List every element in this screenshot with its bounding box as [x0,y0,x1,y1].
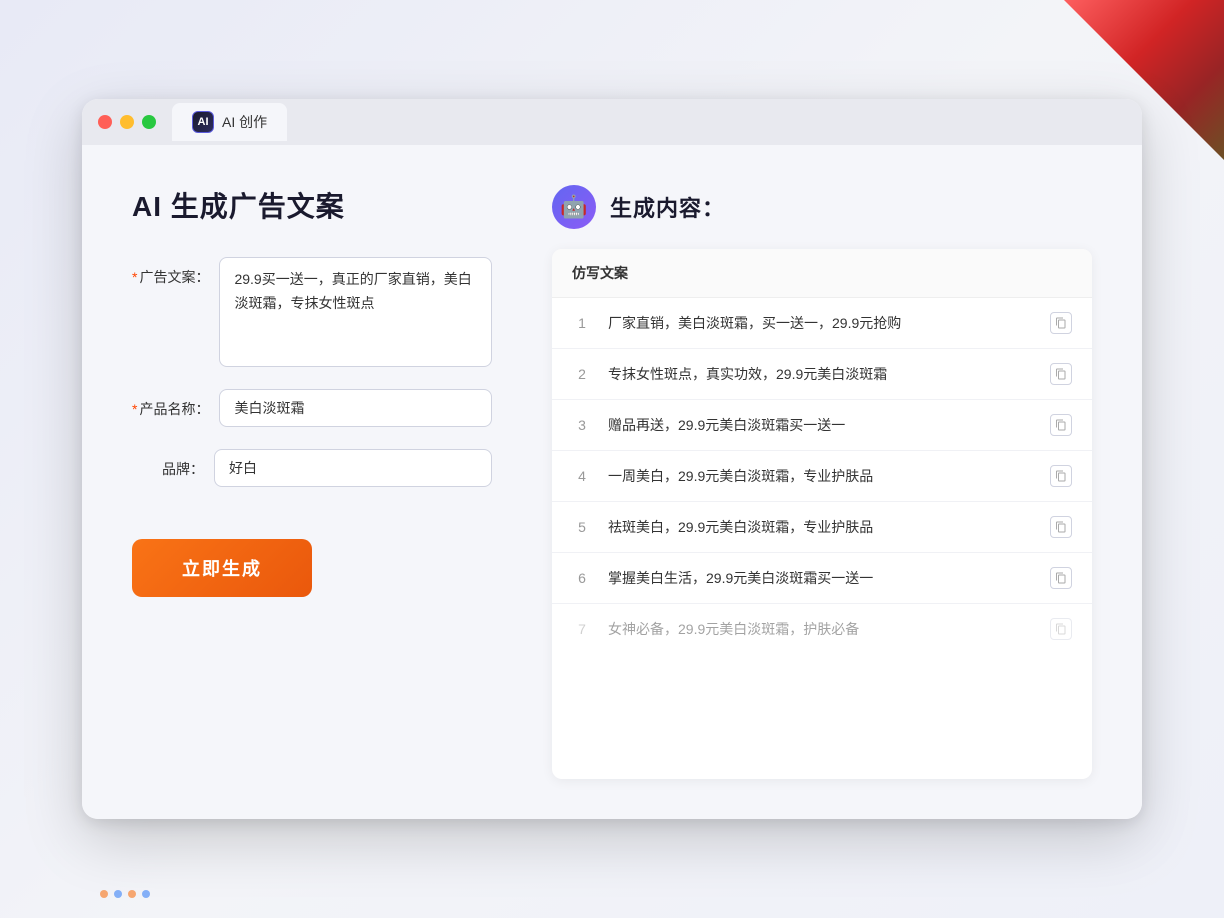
copy-icon[interactable] [1050,414,1072,436]
results-container: 1 厂家直销，美白淡斑霜，买一送一，29.9元抢购 2 专抹女性斑点，真实功效，… [552,298,1092,654]
dot-2 [114,890,122,898]
generate-button[interactable]: 立即生成 [132,539,312,597]
robot-icon: 🤖 [560,194,587,220]
product-name-label: *产品名称： [132,389,209,419]
result-row: 2 专抹女性斑点，真实功效，29.9元美白淡斑霜 [552,349,1092,400]
result-row: 4 一周美白，29.9元美白淡斑霜，专业护肤品 [552,451,1092,502]
brand-group: 品牌： [132,449,492,487]
result-header: 🤖 生成内容： [552,185,1092,229]
browser-body: AI 生成广告文案 *广告文案： *产品名称： 品牌： 立即生成 [82,145,1142,819]
row-number: 3 [572,417,592,433]
copy-icon[interactable] [1050,465,1072,487]
row-number: 2 [572,366,592,382]
result-row: 7 女神必备，29.9元美白淡斑霜，护肤必备 [552,604,1092,654]
brand-label: 品牌： [132,449,204,479]
copy-icon[interactable] [1050,363,1072,385]
row-number: 5 [572,519,592,535]
maximize-button[interactable] [142,115,156,129]
browser-titlebar: AI AI 创作 [82,99,1142,145]
minimize-button[interactable] [120,115,134,129]
ai-tab-label: AI 创作 [222,112,267,132]
result-table-header: 仿写文案 [552,249,1092,298]
row-number: 4 [572,468,592,484]
result-row: 3 赠品再送，29.9元美白淡斑霜买一送一 [552,400,1092,451]
row-number: 7 [572,621,592,637]
brand-input[interactable] [214,449,492,487]
ad-copy-group: *广告文案： [132,257,492,367]
browser-window: AI AI 创作 AI 生成广告文案 *广告文案： *产品名称： [82,99,1142,819]
row-text: 一周美白，29.9元美白淡斑霜，专业护肤品 [608,466,1034,487]
row-number: 1 [572,315,592,331]
product-name-input[interactable] [219,389,492,427]
dot-3 [128,890,136,898]
close-button[interactable] [98,115,112,129]
result-table: 仿写文案 1 厂家直销，美白淡斑霜，买一送一，29.9元抢购 2 专抹女性斑点，… [552,249,1092,779]
row-text: 厂家直销，美白淡斑霜，买一送一，29.9元抢购 [608,313,1034,334]
copy-icon[interactable] [1050,618,1072,640]
right-panel: 🤖 生成内容： 仿写文案 1 厂家直销，美白淡斑霜，买一送一，29.9元抢购 2… [552,185,1092,779]
required-star-1: * [132,269,137,285]
dots-decoration [100,890,150,898]
copy-icon[interactable] [1050,312,1072,334]
result-row: 5 祛斑美白，29.9元美白淡斑霜，专业护肤品 [552,502,1092,553]
copy-icon[interactable] [1050,567,1072,589]
ai-avatar: 🤖 [552,185,596,229]
dot-4 [142,890,150,898]
left-panel: AI 生成广告文案 *广告文案： *产品名称： 品牌： 立即生成 [132,185,492,779]
product-name-group: *产品名称： [132,389,492,427]
traffic-lights [98,115,156,129]
row-text: 专抹女性斑点，真实功效，29.9元美白淡斑霜 [608,364,1034,385]
row-text: 女神必备，29.9元美白淡斑霜，护肤必备 [608,619,1034,640]
page-title: AI 生成广告文案 [132,185,492,225]
result-row: 6 掌握美白生活，29.9元美白淡斑霜买一送一 [552,553,1092,604]
copy-icon[interactable] [1050,516,1072,538]
row-text: 掌握美白生活，29.9元美白淡斑霜买一送一 [608,568,1034,589]
result-title: 生成内容： [610,191,725,223]
dot-1 [100,890,108,898]
ai-tab[interactable]: AI AI 创作 [172,103,287,141]
ad-copy-input[interactable] [219,257,492,367]
required-star-2: * [132,401,137,417]
row-text: 祛斑美白，29.9元美白淡斑霜，专业护肤品 [608,517,1034,538]
result-row: 1 厂家直销，美白淡斑霜，买一送一，29.9元抢购 [552,298,1092,349]
row-number: 6 [572,570,592,586]
row-text: 赠品再送，29.9元美白淡斑霜买一送一 [608,415,1034,436]
ai-tab-icon: AI [192,111,214,133]
ad-copy-label: *广告文案： [132,257,209,287]
